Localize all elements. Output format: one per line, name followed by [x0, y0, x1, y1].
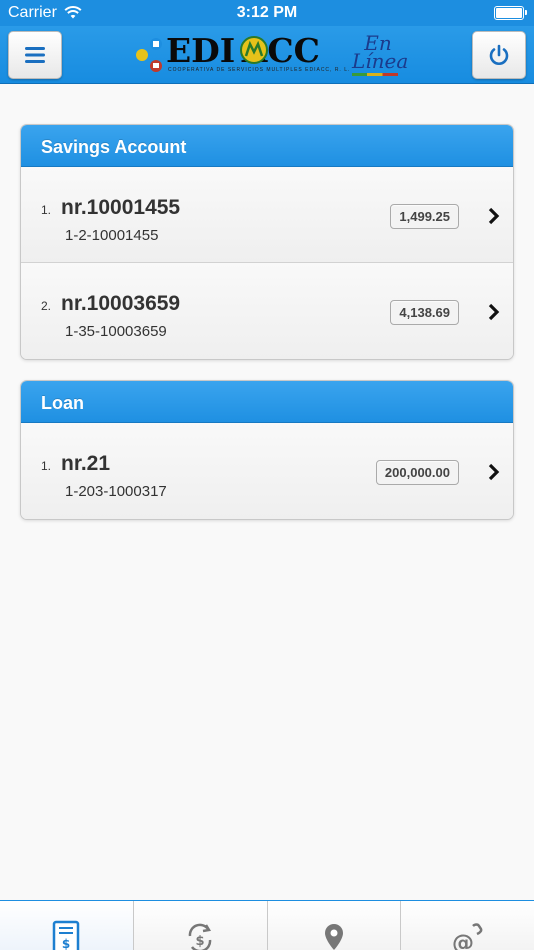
- loan-header: Loan: [21, 381, 513, 423]
- logout-button[interactable]: [472, 31, 526, 79]
- ediacc-logo: EDI ACC COOPERATIVA DE SERVICIOS MULTIPL…: [134, 31, 409, 78]
- contact-icon: @: [452, 923, 483, 950]
- chevron-right-icon: [488, 463, 500, 481]
- loan-panel: Loan 1. nr.21 1-203-1000317 200,000.00: [20, 380, 514, 520]
- account-code: 1-35-10003659: [65, 323, 167, 340]
- menu-button[interactable]: [8, 31, 62, 79]
- chevron-right-icon: [488, 207, 500, 225]
- logo-en-linea: En Línea: [352, 31, 409, 73]
- logo-monogram-icon: [240, 36, 268, 64]
- account-title: nr.10001455: [61, 196, 181, 219]
- list-item[interactable]: 2. nr.10003659 1-35-10003659 4,138.69: [21, 263, 513, 359]
- savings-account-panel: Savings Account 1. nr.10001455 1-2-10001…: [20, 124, 514, 360]
- account-code: 1-203-1000317: [65, 483, 167, 500]
- balance-badge: 1,499.25: [390, 204, 459, 229]
- list-item[interactable]: 1. nr.21 1-203-1000317 200,000.00: [21, 423, 513, 519]
- item-index: 2.: [41, 299, 52, 313]
- logo-color-bar: [352, 73, 398, 76]
- app-header: EDI ACC COOPERATIVA DE SERVICIOS MULTIPL…: [0, 26, 534, 84]
- balance-badge: 200,000.00: [375, 460, 459, 485]
- clock: 3:12 PM: [236, 4, 298, 21]
- item-index: 1.: [41, 459, 52, 473]
- menu-icon: [25, 47, 45, 63]
- list-item[interactable]: 1. nr.10001455 1-2-10001455 1,499.25: [21, 167, 513, 263]
- battery-icon: [494, 6, 527, 20]
- svg-text:$: $: [62, 937, 70, 950]
- tab-contact[interactable]: @: [401, 901, 534, 950]
- accounts-content: Savings Account 1. nr.10001455 1-2-10001…: [20, 124, 514, 540]
- statement-icon: $: [53, 920, 80, 950]
- balance-badge: 4,138.69: [390, 300, 459, 325]
- savings-account-header: Savings Account: [21, 125, 513, 167]
- logo-emblem-icon: [136, 38, 162, 72]
- account-title: nr.10003659: [61, 292, 181, 315]
- svg-text:$: $: [196, 934, 205, 949]
- tab-statements[interactable]: $: [0, 901, 134, 950]
- account-title: nr.21: [61, 452, 111, 475]
- status-bar: Carrier 3:12 PM: [0, 0, 534, 26]
- bottom-tab-bar: $ $ @: [0, 900, 534, 950]
- account-code: 1-2-10001455: [65, 227, 159, 244]
- location-icon: [324, 924, 343, 950]
- tab-locations[interactable]: [268, 901, 402, 950]
- chevron-right-icon: [488, 303, 500, 321]
- item-index: 1.: [41, 203, 52, 217]
- logo-tagline: COOPERATIVA DE SERVICIOS MULTIPLES EDIAC…: [168, 67, 351, 73]
- tab-transfers[interactable]: $: [134, 901, 268, 950]
- transfer-icon: $: [188, 923, 212, 950]
- svg-text:@: @: [452, 931, 474, 950]
- power-icon: [489, 44, 509, 65]
